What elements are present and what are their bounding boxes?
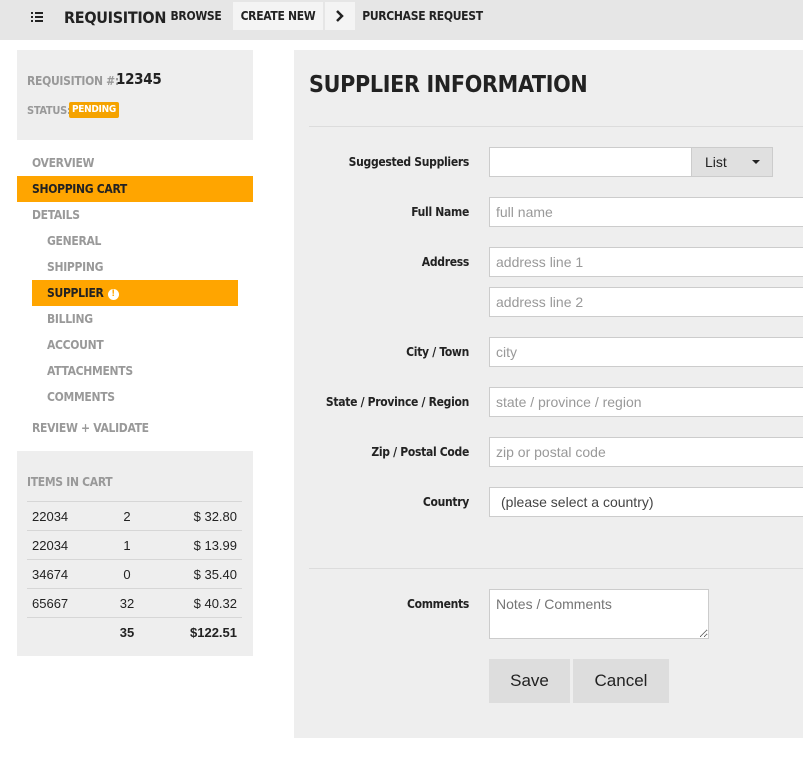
zip-label: Zip / Postal Code: [371, 445, 469, 459]
chevron-right-icon: [336, 10, 344, 22]
alert-icon: !: [107, 289, 119, 300]
sidebar-item-overview[interactable]: OVERVIEW: [17, 150, 253, 176]
supplier-form-panel: SUPPLIER INFORMATION Suggested Suppliers…: [294, 50, 803, 738]
top-bar: REQUISITION BROWSE CREATE NEW PURCHASE R…: [0, 0, 803, 40]
status-label: STATUS:: [27, 104, 71, 117]
address-label: Address: [421, 255, 470, 269]
list-button-label: List: [705, 154, 727, 170]
sidebar-item-attachments[interactable]: ATTACHMENTS: [32, 358, 238, 384]
city-label: City / Town: [406, 345, 469, 359]
full-name-input[interactable]: [489, 197, 803, 227]
zip-input[interactable]: [489, 437, 803, 467]
cart-item-qty: 32: [119, 596, 135, 611]
cart-total-row: 35 $122.51: [27, 617, 242, 646]
comments-textarea[interactable]: [489, 589, 709, 639]
cart-total-price: $122.51: [190, 625, 237, 640]
table-row: 22034 2 $ 32.80: [27, 501, 242, 530]
requisition-number-label: REQUISITION #:: [27, 74, 119, 88]
nav-create-new[interactable]: CREATE NEW: [233, 2, 323, 30]
cart-item-qty: 2: [123, 509, 131, 524]
comments-label: Comments: [406, 597, 469, 611]
state-label: State / Province / Region: [325, 395, 469, 409]
city-input[interactable]: [489, 337, 803, 367]
sidebar-item-supplier-label: SUPPLIER: [47, 286, 104, 300]
menu-icon[interactable]: [31, 11, 43, 23]
suggested-suppliers-label: Suggested Suppliers: [348, 155, 470, 169]
nav-browse[interactable]: BROWSE: [166, 2, 226, 30]
sidebar-item-billing[interactable]: BILLING: [32, 306, 238, 332]
sidebar-item-details[interactable]: DETAILS: [17, 202, 253, 228]
sidebar-item-account[interactable]: ACCOUNT: [32, 332, 238, 358]
cart-item-price: $ 13.99: [193, 538, 237, 553]
page-title: SUPPLIER INFORMATION: [309, 72, 588, 98]
sidebar-item-supplier[interactable]: SUPPLIER!: [32, 280, 238, 306]
requisition-number: 12345: [116, 70, 162, 88]
nav-chevron-button[interactable]: [325, 2, 355, 30]
state-input[interactable]: [489, 387, 803, 417]
list-dropdown-button[interactable]: List: [691, 147, 773, 177]
sidebar-item-shipping[interactable]: SHIPPING: [32, 254, 238, 280]
requisition-summary: REQUISITION #: 12345 STATUS: PENDING: [17, 50, 253, 140]
address-line2-input[interactable]: [489, 287, 803, 317]
cart-summary: ITEMS IN CART 22034 2 $ 32.80 22034 1 $ …: [17, 451, 253, 656]
save-button[interactable]: Save: [489, 659, 570, 703]
cancel-button[interactable]: Cancel: [573, 659, 669, 703]
cart-item-price: $ 35.40: [193, 567, 237, 582]
status-badge: PENDING: [69, 102, 119, 118]
divider: [309, 126, 803, 127]
table-row: 22034 1 $ 13.99: [27, 530, 242, 559]
app-title: REQUISITION: [64, 8, 167, 27]
cart-item-id: 34674: [32, 567, 69, 582]
sidebar-item-shopping-cart[interactable]: SHOPPING CART: [17, 176, 253, 202]
sidebar-item-comments[interactable]: COMMENTS: [32, 384, 238, 410]
divider: [309, 568, 803, 569]
full-name-label: Full Name: [411, 205, 469, 219]
cart-item-id: 65667: [32, 596, 69, 611]
cart-table: 22034 2 $ 32.80 22034 1 $ 13.99 34674 0 …: [27, 501, 242, 646]
nav-purchase-request[interactable]: PURCHASE REQUEST: [360, 2, 485, 30]
cart-item-price: $ 32.80: [193, 509, 237, 524]
cart-title: ITEMS IN CART: [27, 475, 113, 489]
cart-item-id: 22034: [32, 509, 69, 524]
suggested-suppliers-input[interactable]: [489, 147, 692, 177]
caret-down-icon: [752, 160, 760, 164]
cart-total-qty: 35: [119, 625, 135, 640]
table-row: 34674 0 $ 35.40: [27, 559, 242, 588]
sidebar-item-review-validate[interactable]: REVIEW + VALIDATE: [17, 415, 253, 441]
cart-item-id: 22034: [32, 538, 69, 553]
address-line1-input[interactable]: [489, 247, 803, 277]
cart-item-price: $ 40.32: [193, 596, 237, 611]
cart-item-qty: 0: [123, 567, 131, 582]
sidebar-item-general[interactable]: GENERAL: [32, 228, 238, 254]
cart-item-qty: 1: [123, 538, 131, 553]
country-label: Country: [422, 495, 469, 509]
country-select[interactable]: (please select a country): [489, 487, 803, 517]
table-row: 65667 32 $ 40.32: [27, 588, 242, 617]
